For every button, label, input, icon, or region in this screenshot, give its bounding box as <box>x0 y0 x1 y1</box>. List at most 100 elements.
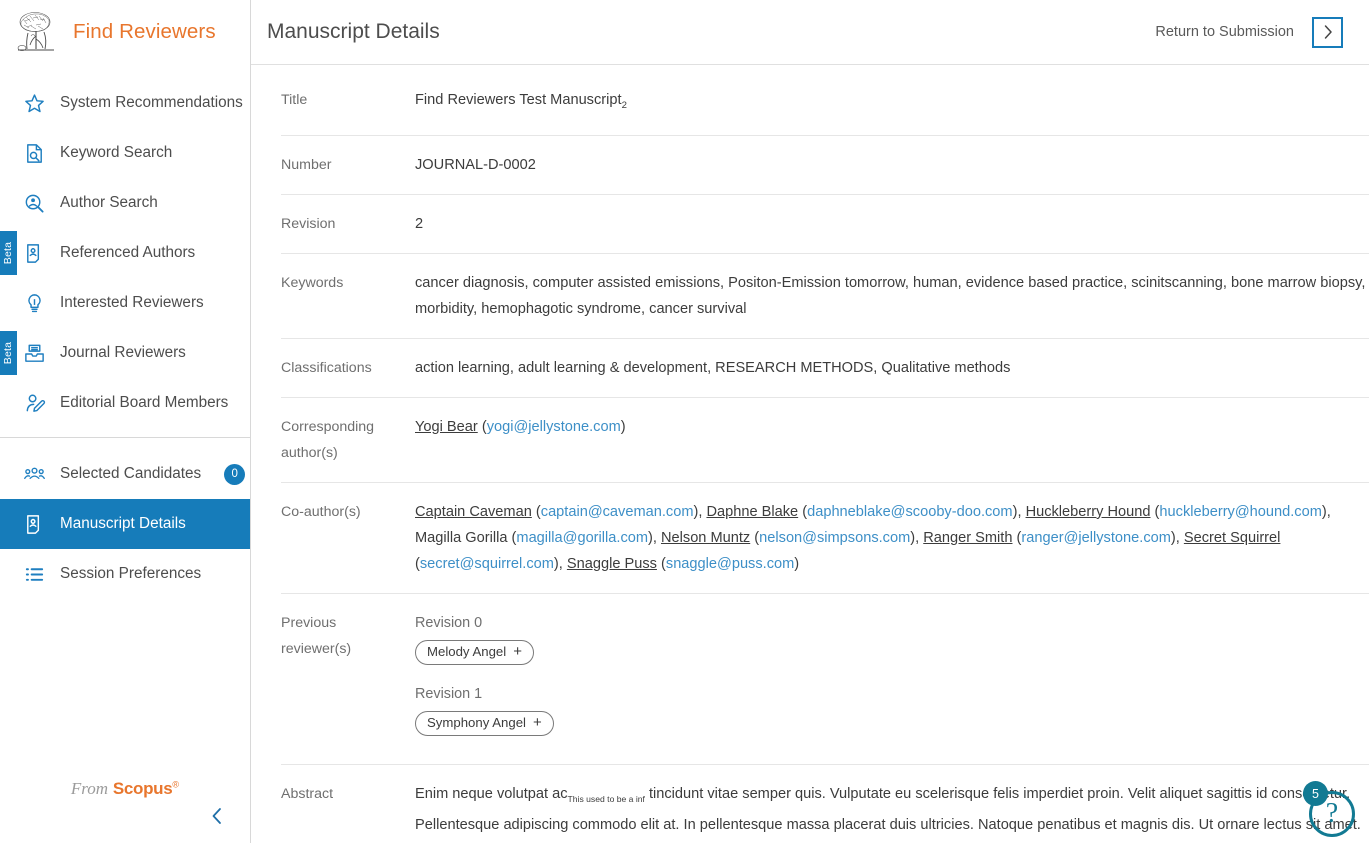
selected-candidates-count-badge: 0 <box>224 463 246 485</box>
reviewer-chip-label: Melody Angel <box>427 643 507 659</box>
sidebar-secondary-nav: Selected Candidates 0 Manuscript Details <box>0 437 250 599</box>
sidebar-item-system-recommendations[interactable]: System Recommendations <box>0 78 250 128</box>
author-name[interactable]: Snaggle Puss <box>567 556 657 572</box>
sidebar-primary-nav: System Recommendations Keyword Search Au… <box>0 64 250 428</box>
document-person-icon <box>22 241 46 265</box>
sidebar-item-journal-reviewers[interactable]: Beta Journal Reviewers <box>0 328 250 378</box>
revision-label: Revision 0 <box>415 614 483 631</box>
detail-value-corresponding-authors: Yogi Bear (yogi@jellystone.com) <box>415 414 1369 440</box>
detail-row-coauthors: Co-author(s) Captain Caveman (captain@ca… <box>281 483 1369 594</box>
author-email: (nelson@simpsons.com) <box>754 529 916 546</box>
sidebar-item-label: Journal Reviewers <box>60 344 186 361</box>
sidebar-item-label: Author Search <box>60 194 158 211</box>
sidebar-item-selected-candidates[interactable]: Selected Candidates 0 <box>0 449 250 499</box>
plus-icon[interactable]: + <box>533 715 542 730</box>
detail-value-previous-reviewers: Revision 0 Melody Angel + Revision 1 Symphon… <box>415 610 1369 748</box>
author-email: (huckleberry@hound.com) <box>1154 503 1327 520</box>
people-group-icon <box>22 462 46 486</box>
detail-label: Previous reviewer(s) <box>281 614 352 657</box>
author-email: (snaggle@puss.com) <box>661 555 800 572</box>
sidebar-item-label: Interested Reviewers <box>60 294 204 311</box>
detail-label: Keywords <box>281 274 344 291</box>
reviewer-chip-label: Symphony Angel <box>427 714 526 730</box>
reviewer-chip[interactable]: Melody Angel + <box>415 639 534 665</box>
revision-label: Revision 1 <box>415 685 483 702</box>
details-rows: Title Find Reviewers Test Manuscript2 Nu… <box>281 65 1369 843</box>
person-edit-icon <box>22 391 46 415</box>
author-name[interactable]: Yogi Bear <box>415 419 478 435</box>
detail-row-corresponding-authors: Corresponding author(s) Yogi Bear (yogi@… <box>281 398 1369 483</box>
star-icon <box>22 91 46 115</box>
scopus-registered-mark: ® <box>172 779 180 790</box>
author-name: Magilla Gorilla <box>415 529 508 546</box>
author-email: (daphneblake@scooby-doo.com) <box>802 503 1018 520</box>
author-name[interactable]: Captain Caveman <box>415 504 532 520</box>
detail-value-abstract: Enim neque volutpat acThis used to be a … <box>415 781 1369 843</box>
detail-row-revision: Revision 2 <box>281 195 1369 254</box>
detail-label: Number <box>281 156 332 173</box>
lightbulb-icon <box>22 291 46 315</box>
detail-label: Corresponding author(s) <box>281 418 375 461</box>
abstract-inline-subscript: This used to be a inf <box>567 793 645 804</box>
list-icon <box>22 562 46 586</box>
inbox-tray-icon <box>22 341 46 365</box>
detail-value-coauthors: Captain Caveman (captain@caveman.com), D… <box>415 503 1331 572</box>
page-title: Manuscript Details <box>267 20 440 43</box>
detail-value-title: Find Reviewers Test Manuscript2 <box>415 87 1369 119</box>
sidebar-item-label: Referenced Authors <box>60 244 196 261</box>
reviewer-chip[interactable]: Symphony Angel + <box>415 710 554 736</box>
sidebar-item-interested-reviewers[interactable]: Interested Reviewers <box>0 278 250 328</box>
abstract-part-1: Enim neque volutpat ac <box>415 785 568 802</box>
sidebar-collapse-row <box>0 805 250 843</box>
sidebar: Find Reviewers System Recommendations Ke… <box>0 0 251 843</box>
sidebar-item-referenced-authors[interactable]: Beta Referenced Authors <box>0 228 250 278</box>
sidebar-item-label: Editorial Board Members <box>60 394 229 411</box>
author-name[interactable]: Huckleberry Hound <box>1026 504 1151 520</box>
manuscript-icon <box>22 512 46 536</box>
brand-header: Find Reviewers <box>0 0 250 64</box>
brand-title: Find Reviewers <box>73 20 216 43</box>
author-name[interactable]: Secret Squirrel <box>1184 530 1281 546</box>
sidebar-item-author-search[interactable]: Author Search <box>0 178 250 228</box>
previous-reviewer-revision-block: Revision 0 Melody Angel + <box>415 610 1369 677</box>
sidebar-item-label: Manuscript Details <box>60 515 186 532</box>
previous-reviewer-revision-block: Revision 1 Symphony Angel + <box>415 681 1369 748</box>
title-text: Find Reviewers Test Manuscript <box>415 92 622 108</box>
author-name[interactable]: Nelson Muntz <box>661 530 750 546</box>
detail-value-revision: 2 <box>415 215 424 232</box>
help-widget[interactable]: 5 ? <box>1303 781 1359 837</box>
title-subscript: 2 <box>621 99 627 111</box>
author-email: (yogi@jellystone.com) <box>481 418 626 435</box>
return-to-submission-link[interactable]: Return to Submission <box>1155 24 1294 40</box>
sidebar-item-label: Session Preferences <box>60 565 202 582</box>
author-name[interactable]: Ranger Smith <box>923 530 1012 546</box>
person-search-icon <box>22 191 46 215</box>
document-search-icon <box>22 141 46 165</box>
manuscript-details-content: Title Find Reviewers Test Manuscript2 Nu… <box>251 65 1369 843</box>
detail-row-number: Number JOURNAL-D-0002 <box>281 136 1369 195</box>
detail-label: Revision <box>281 215 336 232</box>
scopus-attribution: From Scopus® <box>0 779 250 805</box>
sidebar-item-label: System Recommendations <box>60 94 243 111</box>
detail-label: Abstract <box>281 785 334 802</box>
detail-label: Title <box>281 92 308 108</box>
next-arrow-button[interactable] <box>1312 16 1343 48</box>
detail-value-keywords: cancer diagnosis, computer assisted emis… <box>415 274 1366 317</box>
beta-tag: Beta <box>0 231 17 275</box>
main-panel: Manuscript Details Return to Submission … <box>251 0 1369 843</box>
tree-logo-icon <box>14 9 60 55</box>
sidebar-item-editorial-board-members[interactable]: Editorial Board Members <box>0 378 250 428</box>
detail-label: Co-author(s) <box>281 503 361 520</box>
plus-icon[interactable]: + <box>513 644 522 659</box>
chevron-left-icon[interactable] <box>206 805 228 827</box>
detail-label: Classifications <box>281 359 372 376</box>
detail-row-abstract: Abstract Enim neque volutpat acThis used… <box>281 765 1369 843</box>
header-actions: Return to Submission <box>1155 16 1343 48</box>
sidebar-item-manuscript-details[interactable]: Manuscript Details <box>0 499 250 549</box>
sidebar-item-keyword-search[interactable]: Keyword Search <box>0 128 250 178</box>
author-email: (ranger@jellystone.com) <box>1016 529 1176 546</box>
author-name[interactable]: Daphne Blake <box>706 504 798 520</box>
help-notification-badge: 5 <box>1303 781 1328 806</box>
sidebar-item-session-preferences[interactable]: Session Preferences <box>0 549 250 599</box>
